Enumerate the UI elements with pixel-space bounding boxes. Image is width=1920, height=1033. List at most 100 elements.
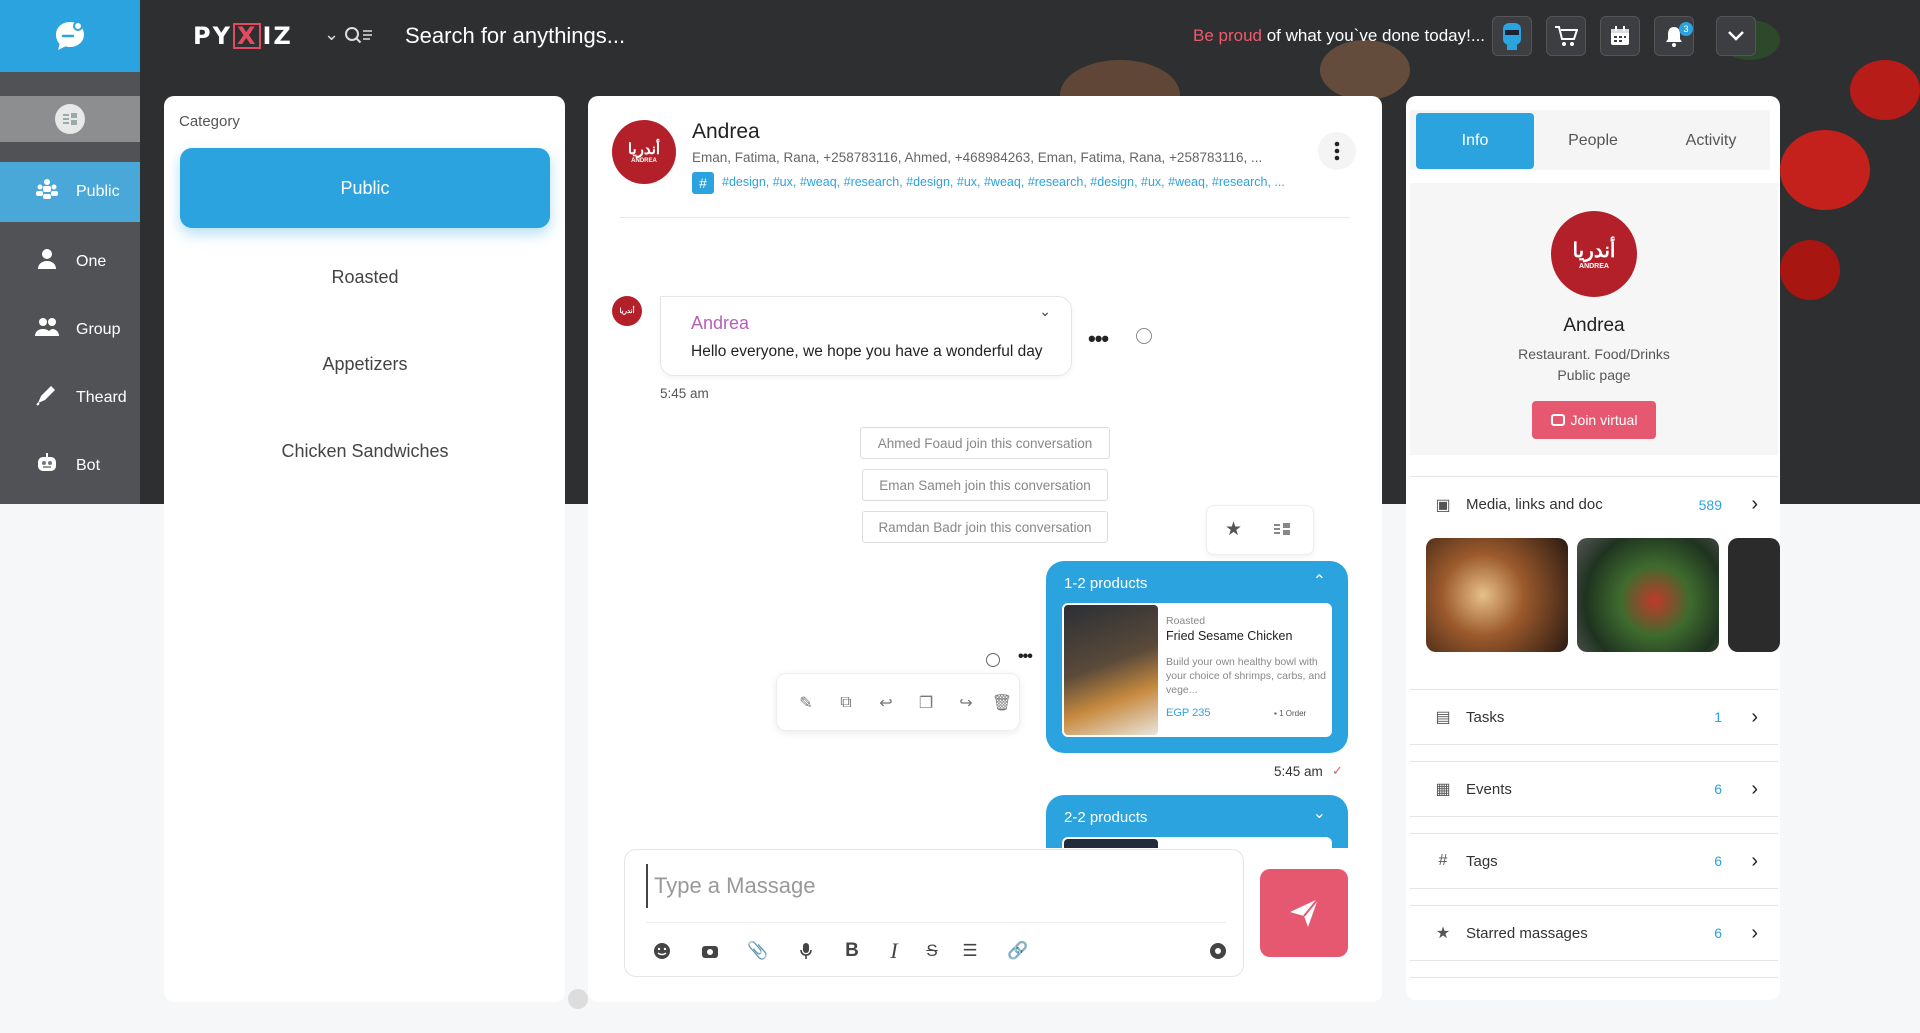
emoji-reaction-icon[interactable] — [1136, 328, 1152, 344]
chevron-down-icon[interactable]: ⌄ — [1313, 803, 1326, 823]
strikethrough-icon[interactable]: S — [919, 938, 945, 964]
chevron-down-icon: ⌄ — [324, 24, 340, 44]
chevron-right-icon: › — [1751, 849, 1758, 872]
message-composer: 📎 B I S ☰ 🔗 — [624, 849, 1244, 977]
attachment-icon[interactable]: 📎 — [745, 938, 771, 964]
media-count: 589 — [1698, 496, 1722, 513]
message-sender: Andrea — [691, 313, 750, 333]
cart-button[interactable] — [1546, 16, 1586, 56]
read-check-icon: ✓ — [1332, 763, 1343, 778]
search-input[interactable] — [405, 18, 845, 54]
message-more-icon[interactable]: ••• — [1018, 648, 1033, 666]
message-bubble[interactable]: Andrea Hello everyone, we hope you have … — [660, 296, 1072, 376]
product-card[interactable]: 1-2 products ⌃ Roasted Fried Sesame Chic… — [1046, 561, 1348, 753]
sidebar-item-public[interactable]: Public — [0, 162, 140, 222]
chevron-down-icon — [1728, 31, 1744, 41]
sidebar-item-group[interactable]: Group — [0, 300, 140, 360]
message-avatar[interactable]: أندريا — [612, 296, 642, 326]
profile-avatar-button[interactable] — [1492, 16, 1532, 56]
starred-messages-row[interactable]: ★ Starred massages 6 › — [1410, 905, 1778, 961]
sidebar-item-one[interactable]: One — [0, 232, 140, 292]
avatar-sub-text: ANDREA — [1579, 263, 1609, 270]
profile-subtitle: Restaurant. Food/Drinks — [1518, 346, 1670, 362]
channels-icon[interactable] — [1273, 522, 1291, 541]
quote-icon[interactable]: ❐ — [913, 690, 939, 716]
tags-row[interactable]: # Tags 6 › — [1410, 833, 1778, 889]
notification-badge: 3 — [1679, 22, 1693, 36]
copy-icon[interactable]: ⧉ — [833, 690, 859, 716]
message-more-icon[interactable]: ••• — [1088, 326, 1109, 352]
camera-icon[interactable] — [697, 938, 723, 964]
sticker-icon[interactable] — [1205, 938, 1231, 964]
italic-icon[interactable]: I — [881, 938, 907, 964]
avatar-arabic-text: أندريا — [619, 308, 635, 315]
chat-members: Eman, Fatima, Rana, +258783116, Ahmed, +… — [692, 150, 1263, 165]
composer-divider — [646, 922, 1226, 923]
product-card-clip: 2-2 products ⌄ — [1046, 795, 1348, 848]
send-button[interactable] — [1260, 869, 1348, 957]
chevron-up-icon[interactable]: ⌃ — [1313, 571, 1326, 591]
star-icon: ★ — [1435, 925, 1451, 942]
tab-info[interactable]: Info — [1416, 113, 1534, 169]
tags-count: 6 — [1714, 853, 1722, 869]
join-virtual-button[interactable]: Join virtual — [1532, 401, 1656, 439]
chat-avatar[interactable]: أندريا ANDREA — [612, 120, 676, 184]
profile-page-type: Public page — [1557, 367, 1631, 383]
reply-icon[interactable]: ↩ — [873, 690, 899, 716]
tasks-count: 1 — [1714, 709, 1722, 725]
message-input[interactable] — [646, 864, 1226, 908]
account-menu-button[interactable] — [1716, 16, 1756, 56]
chat-header-divider — [620, 217, 1350, 218]
forward-icon[interactable]: ↪ — [953, 690, 979, 716]
product-price: EGP 235 — [1166, 707, 1211, 719]
tasks-row[interactable]: ▤ Tasks 1 › — [1410, 689, 1778, 745]
product-card[interactable]: 2-2 products ⌄ — [1046, 795, 1348, 848]
hash-icon: # — [692, 172, 714, 194]
category-item-public[interactable]: Public — [180, 148, 550, 228]
category-item-roasted[interactable]: Roasted — [180, 237, 550, 317]
notifications-button[interactable]: 3 — [1654, 16, 1694, 56]
edit-icon[interactable]: ✎ — [793, 690, 819, 716]
search-filter-toggle[interactable]: ⌄ — [324, 24, 374, 45]
pen-icon — [32, 384, 62, 412]
product-card-title: 2-2 products — [1064, 809, 1148, 826]
category-item-chicken-sandwiches[interactable]: Chicken Sandwiches — [180, 411, 550, 491]
chevron-right-icon: › — [1751, 705, 1758, 728]
profile-avatar[interactable]: أندريا ANDREA — [1551, 211, 1637, 297]
sidebar-item-label: Theard — [76, 389, 127, 406]
message-quick-actions: ★ — [1206, 505, 1314, 555]
sidebar-item-bot[interactable]: Bot — [0, 436, 140, 496]
emoji-icon[interactable] — [649, 938, 675, 964]
star-icon[interactable]: ★ — [1225, 518, 1242, 541]
media-links-row[interactable]: ▣ Media, links and doc 589 › — [1410, 476, 1778, 532]
calendar-icon — [1611, 26, 1629, 45]
app-logo[interactable] — [0, 0, 140, 72]
scroll-indicator[interactable] — [568, 989, 588, 1009]
chevron-right-icon: › — [1751, 921, 1758, 944]
media-thumbnail[interactable] — [1577, 538, 1719, 652]
sidebar-item-theard[interactable]: Theard — [0, 368, 140, 428]
delete-icon[interactable]: 🗑 — [989, 690, 1015, 716]
chat-options-button[interactable] — [1318, 132, 1356, 170]
chevron-down-icon[interactable]: ⌄ — [1039, 303, 1051, 320]
image-icon: ▣ — [1435, 496, 1451, 514]
avatar-arabic-text: أندريا — [1572, 240, 1616, 262]
calendar-button[interactable] — [1600, 16, 1640, 56]
list-icon[interactable]: ☰ — [957, 938, 983, 964]
link-icon[interactable]: 🔗 — [1005, 938, 1031, 964]
product-image — [1064, 605, 1158, 735]
tab-activity[interactable]: Activity — [1652, 113, 1770, 169]
tab-people[interactable]: People — [1534, 113, 1652, 169]
events-row[interactable]: ▦ Events 6 › — [1410, 761, 1778, 817]
bold-icon[interactable]: B — [839, 938, 865, 964]
category-item-appetizers[interactable]: Appetizers — [180, 324, 550, 404]
emoji-reaction-icon[interactable] — [986, 653, 1000, 667]
media-thumbnail[interactable] — [1426, 538, 1568, 652]
sidebar-item-label: Group — [76, 321, 121, 338]
channels-toggle[interactable] — [0, 96, 140, 142]
product-card-title: 1-2 products — [1064, 575, 1148, 592]
microphone-icon[interactable] — [793, 938, 819, 964]
product-item[interactable]: Roasted Fried Sesame Chicken Build your … — [1062, 603, 1332, 737]
media-thumbnail[interactable] — [1728, 538, 1780, 652]
product-image — [1064, 839, 1158, 848]
